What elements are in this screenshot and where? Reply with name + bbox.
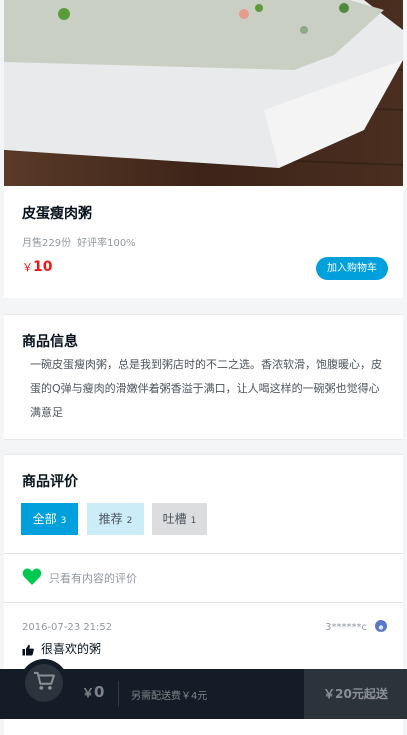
tab-complain[interactable]: 吐槽 1 xyxy=(152,503,207,535)
tab-recommend-count: 2 xyxy=(126,516,133,526)
rating-time: 2016-07-23 21:52 xyxy=(22,622,113,633)
rating-rate: 好评率100% xyxy=(77,238,136,249)
goods-meta: 月售229份 好评率100% xyxy=(22,234,136,249)
tab-recommend-label: 推荐 xyxy=(98,512,123,526)
rating-user: 3******c xyxy=(325,622,367,633)
tab-recommend[interactable]: 推荐 2 xyxy=(87,503,144,535)
shopcart-bar: ￥0 另需配送费￥4元 ￥20元起送 xyxy=(0,659,407,719)
total-currency: ￥ xyxy=(82,686,95,700)
only-content-toggle[interactable]: 只看有内容的评价 xyxy=(4,553,403,603)
price-value: 10 xyxy=(33,259,53,275)
rating-text: 很喜欢的粥 xyxy=(41,642,102,656)
tab-complain-count: 1 xyxy=(190,516,197,526)
tab-all[interactable]: 全部 3 xyxy=(21,503,78,535)
ratings-title: 商品评价 xyxy=(22,474,78,490)
goods-name: 皮蛋瘦肉粥 xyxy=(22,206,92,222)
goods-image xyxy=(4,0,403,186)
price-currency: ￥ xyxy=(22,261,33,274)
tab-all-label: 全部 xyxy=(32,512,57,526)
thumb-up-icon xyxy=(22,641,34,660)
cart-total: ￥0 xyxy=(82,683,104,701)
info-title: 商品信息 xyxy=(22,334,78,350)
only-content-label: 只看有内容的评价 xyxy=(49,572,137,585)
tab-all-count: 3 xyxy=(60,516,67,526)
divider xyxy=(118,681,119,707)
goods-price: ￥10 xyxy=(22,259,52,275)
add-cart-button[interactable]: 加入购物车 xyxy=(316,257,388,280)
goods-card: 皮蛋瘦肉粥 月售229份 好评率100% ￥10 加入购物车 xyxy=(4,186,403,298)
cart-icon xyxy=(33,671,55,695)
tab-complain-label: 吐槽 xyxy=(162,512,187,526)
cart-logo[interactable] xyxy=(20,659,68,707)
total-value: 0 xyxy=(94,683,105,701)
goods-info-section: 商品信息 一碗皮蛋瘦肉粥，总是我到粥店时的不二之选。香浓软滑，饱腹暖心，皮蛋的Q… xyxy=(4,314,403,440)
pay-button[interactable]: ￥20元起送 xyxy=(304,669,407,719)
avatar xyxy=(375,620,387,632)
delivery-desc: 另需配送费￥4元 xyxy=(131,691,208,702)
sell-count: 月售229份 xyxy=(22,238,72,249)
info-text: 一碗皮蛋瘦肉粥，总是我到粥店时的不二之选。香浓软滑，饱腹暖心，皮蛋的Q弹与瘦肉的… xyxy=(30,358,382,419)
check-heart-icon[interactable] xyxy=(22,567,42,590)
